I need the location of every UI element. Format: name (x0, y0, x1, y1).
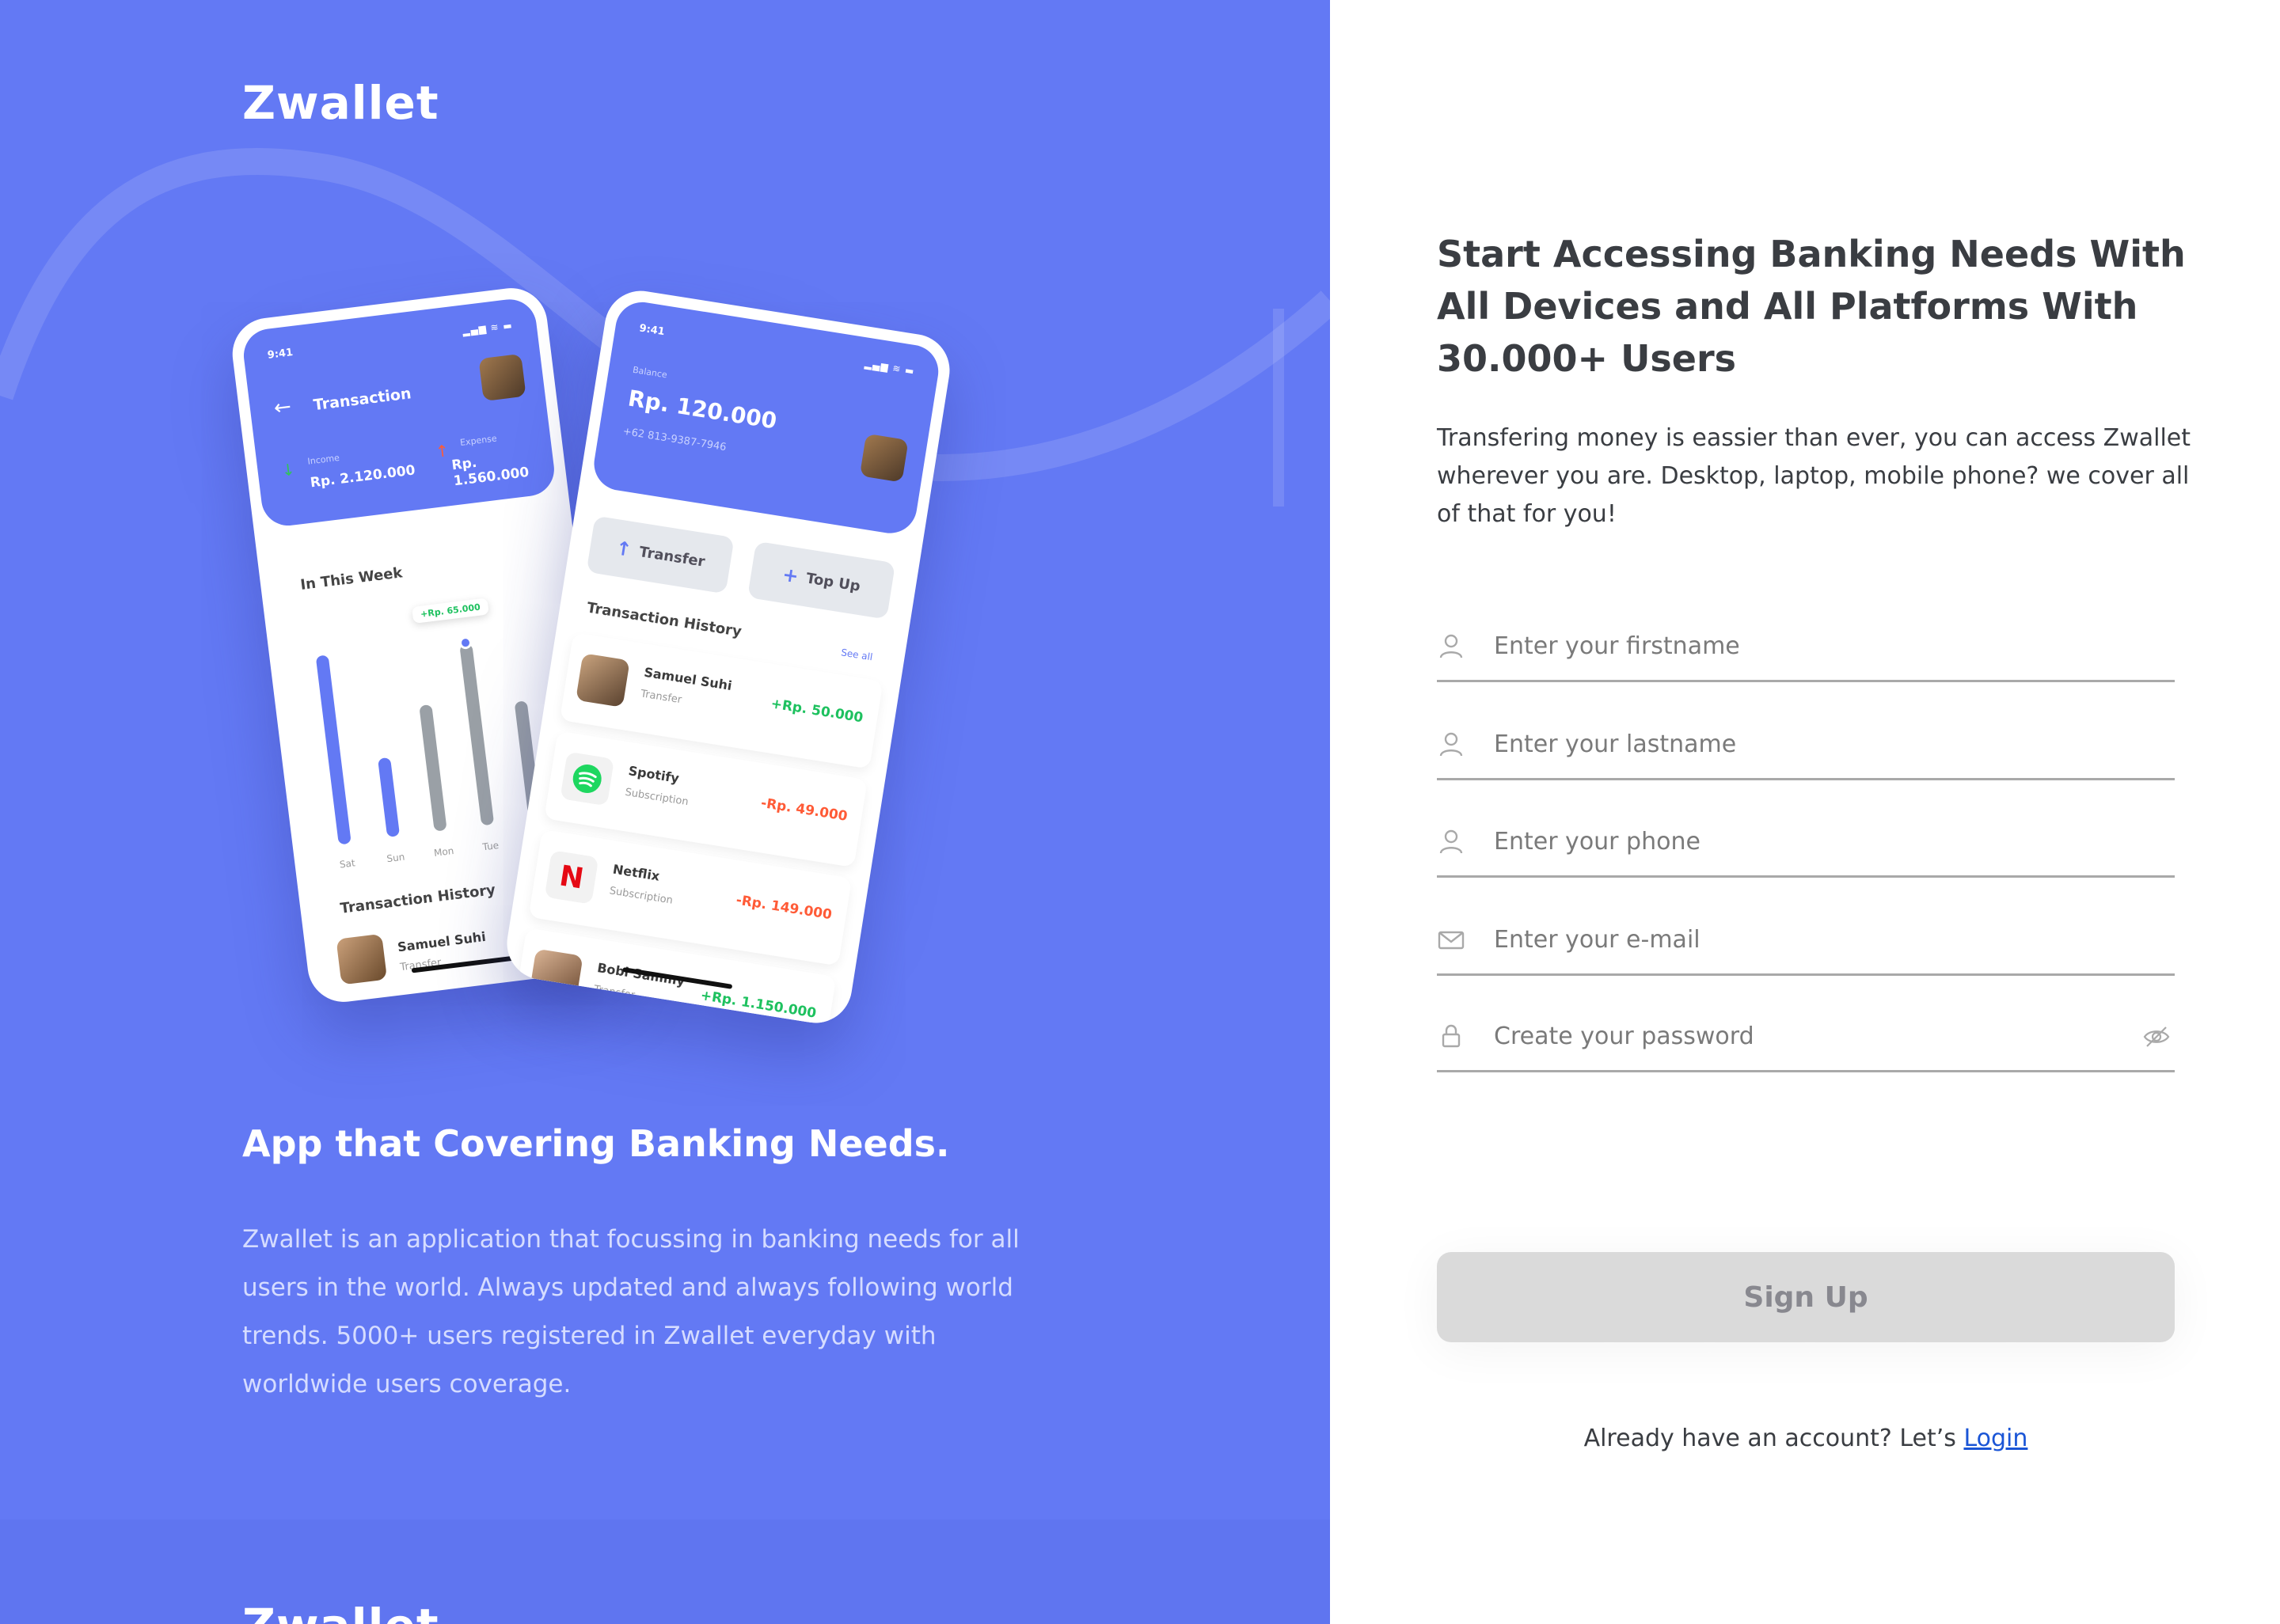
week-title: In This Week (299, 564, 404, 594)
signup-button[interactable]: Sign Up (1437, 1252, 2175, 1342)
status-time: 9:41 (638, 322, 666, 339)
transaction-type: Subscription (624, 786, 690, 809)
phone-header: 9:41 ▂▄▆ ≋ ▬ Balance Rp. 120.000 +62 813… (590, 298, 943, 537)
spotify-icon (560, 751, 615, 806)
login-prompt: Already have an account? Let’s Login (1437, 1425, 2175, 1452)
chart-bar (459, 643, 495, 826)
arrow-left-icon: ← (272, 394, 293, 421)
mail-icon (1438, 931, 1465, 950)
chart-tooltip: +Rp. 65.000 (412, 598, 489, 624)
user-icon (1439, 829, 1463, 854)
expense-value: Rp. 1.560.000 (450, 454, 530, 490)
arrow-down-icon: ↓ (280, 459, 296, 480)
balance-value: Rp. 120.000 (626, 385, 779, 434)
see-all-link: See all (840, 647, 874, 663)
topup-label: Top Up (804, 569, 862, 595)
user-icon (1439, 732, 1463, 757)
lastname-field (1437, 714, 2175, 780)
phone-header: 9:41 ▂▄▆ ≋ ▬ ← Transaction ↓ Income Rp. … (241, 296, 557, 529)
lastname-input[interactable] (1494, 722, 2096, 766)
day-label: Sun (386, 851, 406, 865)
signal-icon: ▂▄▆ ≋ ▬ (462, 319, 514, 337)
arrow-up-icon: ↑ (434, 440, 450, 461)
status-time: 9:41 (267, 347, 294, 362)
transaction-type: Subscription (608, 885, 674, 907)
login-prompt-text: Already have an account? Let’s (1583, 1425, 1956, 1452)
page-description: Transfering money is eassier than ever, … (1437, 424, 2191, 528)
income-label: Income (306, 452, 340, 467)
arrow-up-icon: ↑ (614, 537, 633, 562)
balance-label: Balance (632, 364, 668, 381)
password-input[interactable] (1494, 1014, 2096, 1058)
plus-icon: + (781, 563, 800, 588)
hero-heading: App that Covering Banking Needs. (242, 1122, 950, 1165)
lock-icon (1442, 1024, 1461, 1048)
avatar (336, 933, 388, 985)
chart-bar (419, 704, 447, 832)
avatar (478, 353, 526, 402)
firstname-field (1437, 616, 2175, 682)
email-field (1437, 909, 2175, 976)
chart-bar (378, 757, 401, 837)
signal-icon: ▂▄▆ ≋ ▬ (864, 358, 916, 378)
transaction-name: Spotify (627, 763, 681, 787)
avatar-icon (576, 653, 630, 708)
transaction-type: Transfer (640, 688, 683, 707)
expense-label: Expense (459, 433, 498, 449)
chart-bar (315, 655, 352, 845)
transaction-amount: +Rp. 50.000 (770, 696, 864, 727)
transfer-label: Transfer (637, 543, 707, 571)
phone-field (1437, 811, 2175, 878)
day-label: Tue (481, 839, 500, 853)
firstname-input[interactable] (1494, 624, 2096, 668)
eye-crossed-icon[interactable] (2141, 1022, 2172, 1052)
password-field (1437, 1006, 2175, 1072)
login-link[interactable]: Login (1963, 1425, 2027, 1452)
income-value: Rp. 2.120.000 (309, 462, 416, 491)
email-input[interactable] (1494, 917, 2096, 962)
phone-input[interactable] (1494, 819, 2096, 863)
history-name: Samuel Suhi (397, 928, 487, 955)
avatar (859, 433, 909, 483)
user-icon (1439, 634, 1463, 658)
transfer-button: ↑ Transfer (586, 515, 735, 594)
transaction-name: Netflix (611, 861, 661, 884)
day-label: Sat (339, 857, 356, 871)
phone-number: +62 813-9387-7946 (621, 425, 728, 454)
transaction-amount: -Rp. 149.000 (735, 892, 834, 924)
spotify-icon (572, 765, 602, 794)
page-title: Start Accessing Banking Needs With All D… (1437, 233, 2186, 380)
brand-logo-bottom: Zwallet (242, 1599, 439, 1624)
transaction-amount: -Rp. 49.000 (759, 795, 849, 825)
history-title: Transaction History (585, 599, 743, 641)
phone-title: Transaction (312, 385, 412, 415)
topup-button: + Top Up (747, 541, 896, 620)
day-label: Mon (433, 844, 455, 859)
signup-panel: Start Accessing Banking Needs With All D… (1330, 0, 2280, 1624)
panel-divider (0, 1520, 1330, 1624)
netflix-icon: N (544, 850, 599, 905)
hero-description: Zwallet is an application that focussing… (242, 1225, 1020, 1398)
brand-logo: Zwallet (242, 76, 439, 130)
hero-panel: Zwallet 9:41 ▂▄▆ ≋ ▬ ← Transaction ↓ Inc… (0, 0, 1330, 1624)
transaction-name: Samuel Suhi (643, 664, 733, 694)
history-title: Transaction History (339, 881, 497, 917)
